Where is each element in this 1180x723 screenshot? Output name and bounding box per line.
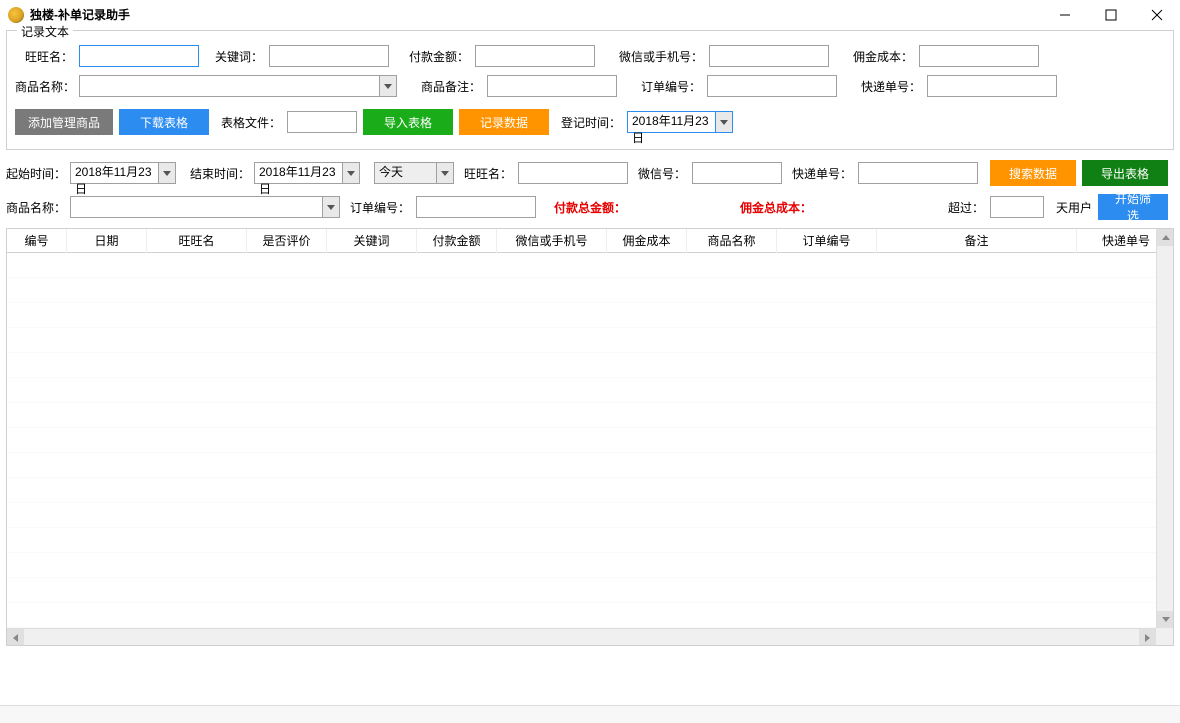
- status-bar: [0, 705, 1180, 723]
- filter-order-label: 订单编号：: [350, 199, 410, 216]
- search-wangwang-label: 旺旺名：: [464, 165, 512, 182]
- file-label: 表格文件：: [221, 114, 281, 131]
- wechat-input[interactable]: [709, 45, 829, 67]
- chevron-down-icon[interactable]: [379, 75, 397, 97]
- order-input[interactable]: [707, 75, 837, 97]
- scroll-right-button[interactable]: [1139, 629, 1156, 646]
- record-data-button[interactable]: 记录数据: [459, 109, 549, 135]
- window-title: 独楼-补单记录助手: [30, 6, 130, 23]
- maximize-button[interactable]: [1088, 0, 1134, 30]
- over-label: 超过：: [944, 199, 984, 216]
- column-header[interactable]: 订单编号: [777, 229, 877, 253]
- product-label: 商品名称：: [15, 78, 73, 95]
- record-fieldset: 记录文本 旺旺名： 关键词： 付款金额： 微信或手机号： 佣金成本： 商品名称：…: [6, 30, 1174, 150]
- remark-input[interactable]: [487, 75, 617, 97]
- commission-label: 佣金成本：: [843, 48, 913, 65]
- express-label: 快递单号：: [855, 78, 921, 95]
- import-table-button[interactable]: 导入表格: [363, 109, 453, 135]
- scroll-down-button[interactable]: [1157, 611, 1174, 628]
- column-header[interactable]: 是否评价: [247, 229, 327, 253]
- end-time-label: 结束时间：: [190, 165, 248, 182]
- column-header[interactable]: 商品名称: [687, 229, 777, 253]
- filter-product-label: 商品名称：: [6, 199, 64, 216]
- scroll-up-button[interactable]: [1157, 229, 1174, 246]
- column-header[interactable]: 佣金成本: [607, 229, 687, 253]
- scroll-left-button[interactable]: [7, 629, 24, 646]
- export-table-button[interactable]: 导出表格: [1082, 160, 1168, 186]
- fieldset-legend: 记录文本: [17, 23, 73, 40]
- column-header[interactable]: 编号: [7, 229, 67, 253]
- start-filter-button[interactable]: 开始筛选: [1098, 194, 1168, 220]
- search-express-input[interactable]: [858, 162, 978, 184]
- column-header[interactable]: 快递单号: [1077, 229, 1157, 253]
- title-bar: 独楼-补单记录助手: [0, 0, 1180, 30]
- column-header[interactable]: 关键词: [327, 229, 417, 253]
- column-header[interactable]: 微信或手机号: [497, 229, 607, 253]
- chevron-down-icon[interactable]: [715, 111, 733, 133]
- end-time-select[interactable]: 2018年11月23日: [254, 162, 360, 184]
- total-pay-label: 付款总金额：: [554, 199, 654, 216]
- download-table-button[interactable]: 下载表格: [119, 109, 209, 135]
- search-wangwang-input[interactable]: [518, 162, 628, 184]
- column-header[interactable]: 付款金额: [417, 229, 497, 253]
- add-product-button[interactable]: 添加管理商品: [15, 109, 113, 135]
- wangwang-label: 旺旺名：: [15, 48, 73, 65]
- chevron-down-icon[interactable]: [436, 162, 454, 184]
- chevron-down-icon[interactable]: [342, 162, 360, 184]
- reg-time-label: 登记时间：: [561, 114, 621, 131]
- column-header[interactable]: 备注: [877, 229, 1077, 253]
- file-input[interactable]: [287, 111, 357, 133]
- commission-input[interactable]: [919, 45, 1039, 67]
- remark-label: 商品备注：: [415, 78, 481, 95]
- keyword-input[interactable]: [269, 45, 389, 67]
- order-label: 订单编号：: [635, 78, 701, 95]
- total-comm-label: 佣金总成本：: [740, 199, 840, 216]
- horizontal-scrollbar[interactable]: [7, 628, 1156, 645]
- reg-time-select[interactable]: 2018年11月23日: [627, 111, 733, 133]
- wangwang-input[interactable]: [79, 45, 199, 67]
- keyword-label: 关键词：: [213, 48, 263, 65]
- chevron-down-icon[interactable]: [158, 162, 176, 184]
- days-user-label: 天用户: [1050, 199, 1092, 216]
- table-body: [7, 253, 1156, 628]
- column-header[interactable]: 日期: [67, 229, 147, 253]
- start-time-select[interactable]: 2018年11月23日: [70, 162, 176, 184]
- filter-product-select[interactable]: [70, 196, 340, 218]
- start-time-label: 起始时间：: [6, 165, 64, 182]
- filter-order-input[interactable]: [416, 196, 536, 218]
- search-wechat-input[interactable]: [692, 162, 782, 184]
- close-button[interactable]: [1134, 0, 1180, 30]
- product-select[interactable]: [79, 75, 397, 97]
- pay-input[interactable]: [475, 45, 595, 67]
- chevron-down-icon[interactable]: [322, 196, 340, 218]
- search-express-label: 快递单号：: [792, 165, 852, 182]
- app-icon: [8, 7, 24, 23]
- column-header[interactable]: 旺旺名: [147, 229, 247, 253]
- wechat-label: 微信或手机号：: [609, 48, 703, 65]
- express-input[interactable]: [927, 75, 1057, 97]
- data-table: 编号日期旺旺名是否评价关键词付款金额微信或手机号佣金成本商品名称订单编号备注快递…: [6, 228, 1174, 646]
- preset-range-select[interactable]: 今天: [374, 162, 454, 184]
- vertical-scrollbar[interactable]: [1156, 229, 1173, 628]
- over-days-input[interactable]: [990, 196, 1044, 218]
- search-wechat-label: 微信号：: [638, 165, 686, 182]
- pay-label: 付款金额：: [403, 48, 469, 65]
- table-header: 编号日期旺旺名是否评价关键词付款金额微信或手机号佣金成本商品名称订单编号备注快递…: [7, 229, 1173, 253]
- minimize-button[interactable]: [1042, 0, 1088, 30]
- search-data-button[interactable]: 搜索数据: [990, 160, 1076, 186]
- scroll-corner: [1156, 628, 1173, 645]
